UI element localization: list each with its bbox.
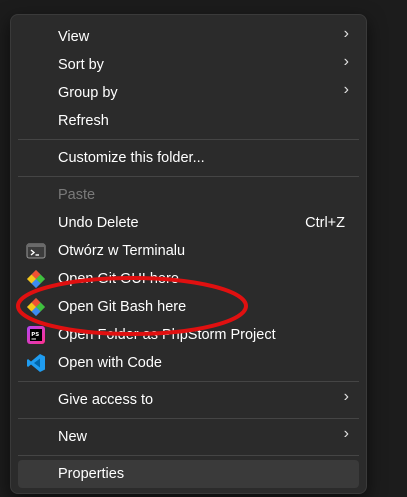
menu-separator bbox=[18, 418, 359, 419]
chevron-right-icon: › bbox=[343, 425, 349, 442]
menu-separator bbox=[18, 455, 359, 456]
menu-item-label: Open with Code bbox=[58, 355, 162, 371]
menu-item-view[interactable]: View › bbox=[18, 23, 359, 51]
menu-separator bbox=[18, 139, 359, 140]
menu-item-label: View bbox=[58, 29, 90, 45]
menu-item-label: Paste bbox=[58, 187, 96, 203]
menu-item-label: Open Git GUI here bbox=[58, 271, 179, 287]
menu-item-label: Group by bbox=[58, 85, 118, 101]
phpstorm-icon: PS bbox=[26, 325, 46, 345]
menu-item-label: Refresh bbox=[58, 113, 109, 129]
menu-item-label: Undo Delete bbox=[58, 215, 139, 231]
menu-item-customize-folder[interactable]: Customize this folder... bbox=[18, 144, 359, 172]
menu-item-label: Customize this folder... bbox=[58, 150, 205, 166]
menu-item-refresh[interactable]: Refresh bbox=[18, 107, 359, 135]
menu-item-label: Properties bbox=[58, 466, 125, 482]
chevron-right-icon: › bbox=[343, 388, 349, 405]
chevron-right-icon: › bbox=[343, 25, 349, 42]
git-diamond-icon bbox=[26, 269, 46, 289]
menu-item-label: Open Folder as PhpStorm Project bbox=[58, 327, 276, 343]
menu-item-open-with-code[interactable]: Open with Code bbox=[18, 349, 359, 377]
chevron-right-icon: › bbox=[343, 53, 349, 70]
menu-item-sort-by[interactable]: Sort by › bbox=[18, 51, 359, 79]
svg-text:PS: PS bbox=[31, 332, 39, 338]
menu-item-open-terminal[interactable]: Otwórz w Terminalu bbox=[18, 237, 359, 265]
vscode-icon bbox=[26, 353, 46, 373]
shortcut-text: Ctrl+Z bbox=[305, 215, 345, 231]
menu-item-new[interactable]: New › bbox=[18, 423, 359, 451]
menu-item-label: Otwórz w Terminalu bbox=[58, 243, 186, 259]
menu-separator bbox=[18, 176, 359, 177]
menu-item-open-git-bash[interactable]: Open Git Bash here bbox=[18, 293, 359, 321]
menu-item-label: Give access to bbox=[58, 392, 154, 408]
terminal-icon bbox=[26, 241, 46, 261]
menu-item-label: New bbox=[58, 429, 88, 445]
menu-item-undo-delete[interactable]: Undo Delete Ctrl+Z bbox=[18, 209, 359, 237]
menu-separator bbox=[18, 381, 359, 382]
context-menu: View › Sort by › Group by › Refresh Cust… bbox=[10, 14, 367, 494]
menu-item-properties[interactable]: Properties bbox=[18, 460, 359, 488]
menu-item-give-access[interactable]: Give access to › bbox=[18, 386, 359, 414]
chevron-right-icon: › bbox=[343, 81, 349, 98]
menu-item-label: Sort by bbox=[58, 57, 104, 73]
menu-item-label: Open Git Bash here bbox=[58, 299, 187, 315]
git-diamond-icon bbox=[26, 297, 46, 317]
menu-item-open-git-gui[interactable]: Open Git GUI here bbox=[18, 265, 359, 293]
menu-item-open-phpstorm[interactable]: PS Open Folder as PhpStorm Project bbox=[18, 321, 359, 349]
menu-item-group-by[interactable]: Group by › bbox=[18, 79, 359, 107]
menu-item-paste: Paste bbox=[18, 181, 359, 209]
